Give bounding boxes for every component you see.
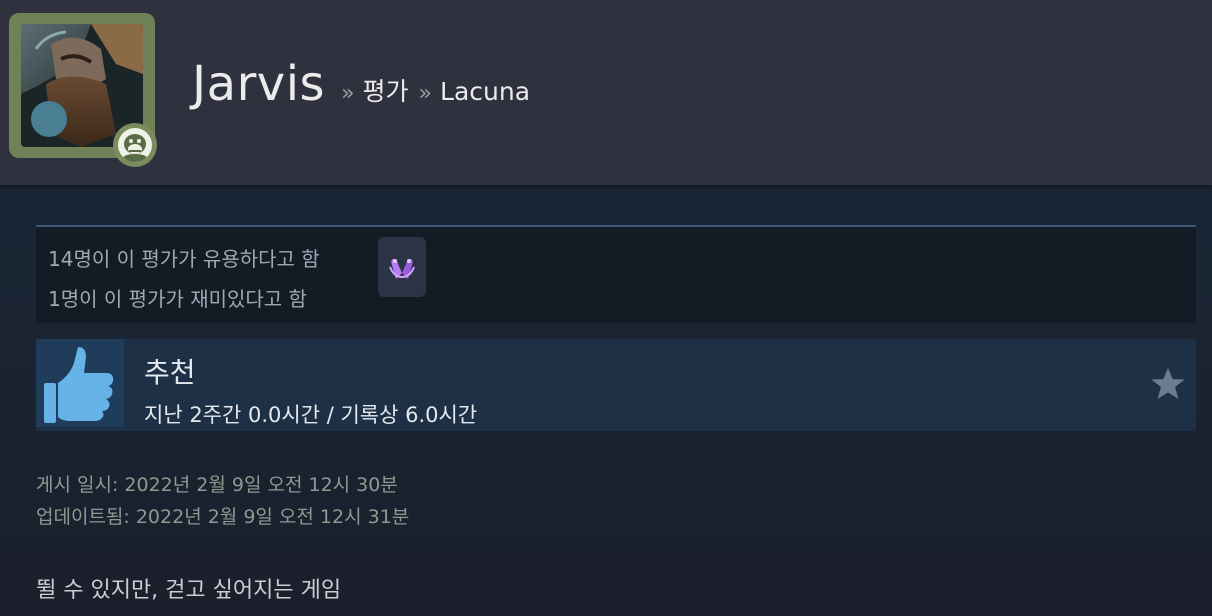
avatar-frame[interactable] [9, 13, 157, 167]
review-body: 뛸 수 있지만, 걷고 싶어지는 게임 [36, 578, 342, 603]
posted-date: 게시 일시: 2022년 2월 9일 오전 12시 30분 [36, 474, 398, 496]
updated-date: 업데이트됨: 2022년 2월 9일 오전 12시 31분 [36, 506, 410, 528]
gorilla-badge-icon [118, 128, 152, 162]
thumbs-up-icon [44, 347, 114, 423]
avatar-badge [113, 123, 157, 167]
funny-count-text: 1명이 이 평가가 재미있다고 함 [48, 287, 307, 311]
review-votes-panel: 14명이 이 평가가 유용하다고 함 1명이 이 평가가 재미있다고 함 [36, 225, 1196, 323]
playtime-text: 지난 2주간 0.0시간 / 기록상 6.0시간 [144, 403, 478, 427]
recommendation-label: 추천 [144, 356, 196, 389]
breadcrumb-separator: » [341, 81, 355, 106]
star-icon[interactable] [1150, 367, 1186, 401]
thumb-box [36, 339, 124, 427]
profile-header: Jarvis » 평가 » Lacuna [0, 0, 1212, 185]
award-hands-icon [389, 259, 415, 279]
breadcrumb-game-link[interactable]: Lacuna [440, 77, 530, 106]
award-button[interactable] [378, 237, 426, 297]
breadcrumb-separator: » [418, 81, 433, 106]
profile-name-link[interactable]: Jarvis [192, 56, 325, 112]
breadcrumb-reviews-link[interactable]: 평가 [363, 72, 409, 108]
helpful-count-text: 14명이 이 평가가 유용하다고 함 [48, 247, 320, 271]
recommendation-bar: 추천 지난 2주간 0.0시간 / 기록상 6.0시간 [36, 339, 1196, 431]
breadcrumb: Jarvis » 평가 » Lacuna [192, 56, 530, 112]
